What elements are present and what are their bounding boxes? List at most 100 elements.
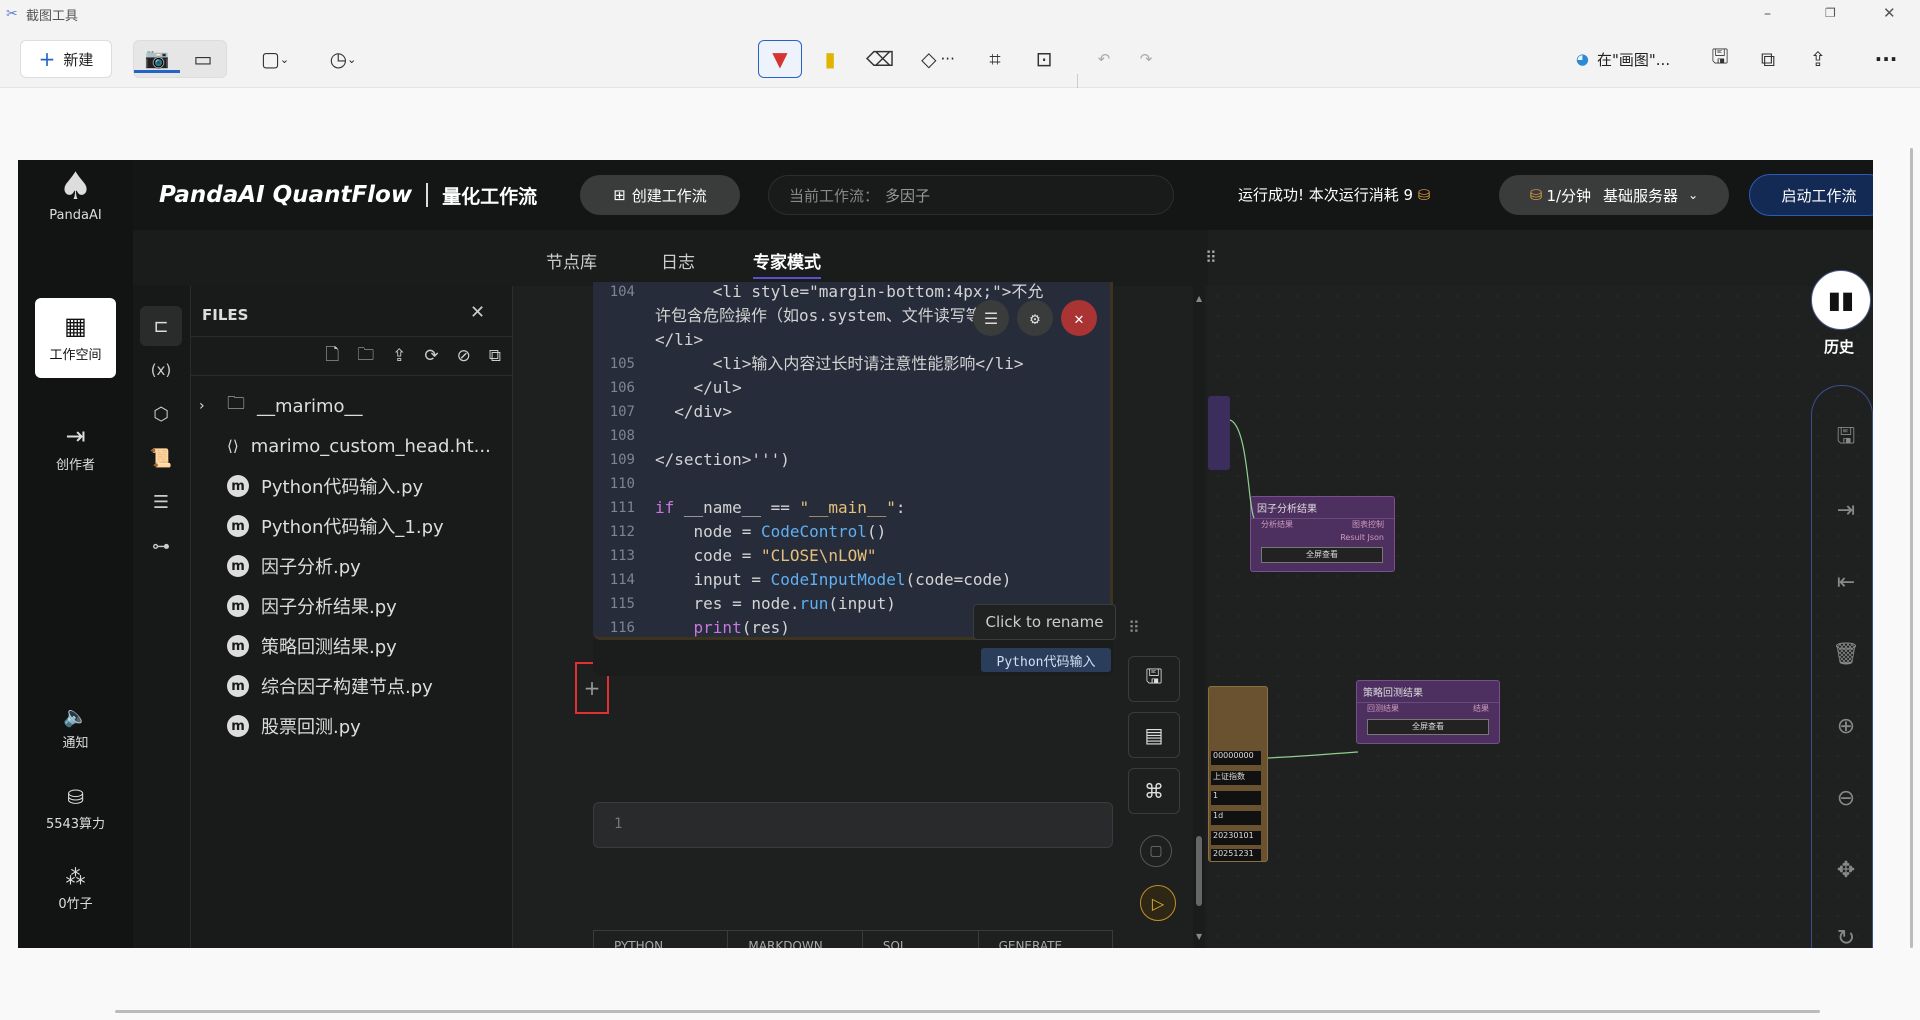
mode-tabs: 节点库 日志 专家模式 ⠿ bbox=[133, 230, 1217, 286]
vertical-scrollbar[interactable] bbox=[1910, 148, 1913, 948]
undo-icon: ↶ bbox=[1097, 50, 1111, 68]
cell-type-sql[interactable]: SQL bbox=[861, 931, 978, 948]
fit-view-icon[interactable]: ✥ bbox=[1826, 850, 1866, 890]
close-cell-icon[interactable]: ✕ bbox=[1061, 300, 1097, 336]
undo-button[interactable]: ↶ bbox=[1086, 40, 1122, 78]
open-in-label: 在"画图"... bbox=[1596, 50, 1671, 69]
line-number: 105 bbox=[609, 356, 635, 372]
camera-icon[interactable]: 📷 bbox=[134, 46, 180, 73]
text-actions-icon: ⊡ bbox=[1035, 47, 1053, 71]
tab-expert-mode[interactable]: 专家模式 bbox=[753, 248, 821, 279]
rail-compute[interactable]: ⛁ 5543算力 bbox=[18, 785, 133, 832]
gear-icon[interactable]: ⚙ bbox=[1017, 300, 1053, 336]
shapes-tool[interactable]: ◇ ··· bbox=[910, 40, 966, 78]
new-file-icon[interactable]: 🗋 bbox=[325, 342, 339, 371]
cell-name-badge[interactable]: Python代码输入 bbox=[981, 648, 1111, 672]
open-in-paint-button[interactable]: ◕ 在"画图"... bbox=[1563, 40, 1683, 78]
text-actions-tool[interactable]: ⊡ bbox=[1024, 40, 1064, 78]
search-list-icon[interactable]: ☰ bbox=[140, 482, 182, 522]
refresh-icon[interactable]: ⟳ bbox=[424, 346, 438, 366]
tab-logs[interactable]: 日志 bbox=[661, 248, 695, 273]
scroll-icon[interactable]: 📜 bbox=[140, 438, 182, 478]
eraser-tool[interactable]: ⌫ bbox=[860, 40, 900, 78]
delay-dropdown[interactable]: ◷ ⌄ bbox=[320, 40, 366, 78]
save-button[interactable]: 🖫 bbox=[1700, 40, 1740, 78]
rail-notify[interactable]: 🔈 通知 bbox=[18, 704, 133, 751]
package-icon[interactable]: ⬡ bbox=[140, 394, 182, 434]
redo-button[interactable]: ↷ bbox=[1128, 40, 1164, 78]
file-tree-item[interactable]: m 股票回测.py bbox=[191, 706, 513, 746]
file-name: Python代码输入.py bbox=[261, 477, 424, 498]
workflow-canvas[interactable]: 因子分析结果 分析结果 图表控制 Result Json 全屏查看 000000… bbox=[1208, 286, 1873, 948]
run-icon[interactable]: ▷ bbox=[1140, 885, 1176, 921]
server-label: 基础服务器 bbox=[1603, 186, 1679, 205]
tab-node-library[interactable]: 节点库 bbox=[546, 248, 597, 273]
horizontal-scrollbar[interactable] bbox=[115, 1010, 1820, 1013]
trash-icon[interactable]: 🗑 bbox=[1826, 634, 1866, 674]
dependency-graph-icon[interactable]: ⊶ bbox=[140, 526, 182, 566]
line-number: 110 bbox=[609, 476, 635, 492]
file-tree-item[interactable]: m 因子分析.py bbox=[191, 546, 513, 586]
create-workflow-button[interactable]: ⊞ 创建工作流 bbox=[580, 175, 740, 215]
brand-name: PandaAI bbox=[49, 208, 102, 223]
menu-icon[interactable]: ☰ bbox=[973, 300, 1009, 336]
close-window-button[interactable]: ✕ bbox=[1883, 4, 1896, 22]
video-icon[interactable]: ▭ bbox=[180, 47, 226, 71]
export-icon[interactable]: ⇥ bbox=[1826, 490, 1866, 530]
empty-code-cell[interactable]: 1 bbox=[593, 802, 1113, 848]
cell-type-generate[interactable]: GENERATE bbox=[977, 931, 1112, 948]
file-tree-item[interactable]: m Python代码输入_1.py bbox=[191, 506, 513, 546]
code-text: input = CodeInputModel(code=code) bbox=[655, 570, 1012, 589]
notebook-scrollbar[interactable]: ▲ ▼ bbox=[1193, 286, 1205, 948]
maximize-button[interactable]: ❐ bbox=[1825, 6, 1836, 20]
start-workflow-button[interactable]: 启动工作流 bbox=[1749, 174, 1873, 216]
share-button[interactable]: ⇪ bbox=[1798, 40, 1838, 78]
reset-icon[interactable]: ↻ bbox=[1826, 918, 1866, 949]
marimo-icon: m bbox=[227, 635, 249, 657]
file-tree-item[interactable]: m 因子分析结果.py bbox=[191, 586, 513, 626]
new-button[interactable]: + 新建 bbox=[20, 40, 112, 78]
new-folder-icon[interactable]: 🗀 bbox=[357, 342, 374, 371]
code-cell[interactable]: 104 <li style="margin-bottom:4px;">不允 许包含… bbox=[593, 282, 1113, 640]
cell-type-markdown[interactable]: MARKDOWN bbox=[727, 931, 861, 948]
rail-bamboo[interactable]: ⁂ 0竹子 bbox=[18, 865, 133, 912]
line-number: 106 bbox=[609, 380, 635, 396]
snip-shape-dropdown[interactable]: ▢ ⌄ bbox=[253, 40, 297, 78]
minimize-button[interactable]: – bbox=[1764, 6, 1771, 22]
file-tree-item[interactable]: m Python代码输入.py bbox=[191, 466, 513, 506]
file-tree-item[interactable]: m 综合因子构建节点.py bbox=[191, 666, 513, 706]
save-workflow-icon[interactable]: 🖫 bbox=[1826, 418, 1866, 458]
history-button[interactable]: ▮▮ bbox=[1811, 270, 1871, 330]
file-tree-item[interactable]: m 策略回测结果.py bbox=[191, 626, 513, 666]
stop-icon[interactable]: ▢ bbox=[1140, 835, 1172, 867]
drag-handle-icon[interactable]: ⠿ bbox=[1205, 248, 1217, 267]
drag-handle-icon[interactable]: ⠿ bbox=[1128, 618, 1140, 637]
command-button[interactable]: ⌘ bbox=[1128, 768, 1180, 814]
file-tree-item[interactable]: › 🗀 __marimo__ bbox=[191, 386, 513, 426]
zoom-out-icon[interactable]: ⊖ bbox=[1826, 778, 1866, 818]
collapse-icon[interactable]: ⧉ bbox=[489, 346, 501, 366]
crop-tool[interactable]: ⌗ bbox=[975, 40, 1015, 78]
zoom-in-icon[interactable]: ⊕ bbox=[1826, 706, 1866, 746]
upload-icon[interactable]: ⇪ bbox=[392, 346, 406, 366]
file-tree-icon[interactable]: ⊏ bbox=[140, 306, 182, 346]
highlighter-tool[interactable]: ▮ bbox=[810, 40, 850, 78]
more-button[interactable]: ··· bbox=[1866, 40, 1906, 78]
layout-button[interactable]: ▤ bbox=[1128, 712, 1180, 758]
cell-type-python[interactable]: PYTHON bbox=[594, 931, 727, 948]
hide-icon[interactable]: ⊘ bbox=[457, 346, 471, 366]
file-tree-item[interactable]: ⟨⟩ marimo_custom_head.ht... bbox=[191, 426, 513, 466]
compute-label: 5543算力 bbox=[45, 817, 106, 832]
workspace-label: 工作空间 bbox=[49, 348, 102, 363]
server-dropdown[interactable]: ⛁ 1/分钟 基础服务器 ⌄ bbox=[1499, 175, 1729, 215]
rail-workspace[interactable]: ▦ 工作空间 bbox=[35, 298, 116, 378]
variables-icon[interactable]: (x) bbox=[140, 350, 182, 390]
pen-tool[interactable]: ▼ bbox=[758, 40, 802, 78]
current-workflow-field[interactable]: 当前工作流： 多因子 bbox=[768, 175, 1174, 215]
rail-creator[interactable]: ⇥ 创作者 bbox=[18, 422, 133, 473]
close-panel-icon[interactable]: ✕ bbox=[470, 302, 485, 323]
save-cell-button[interactable]: 🖫 bbox=[1128, 656, 1180, 702]
import-icon[interactable]: ⇤ bbox=[1826, 562, 1866, 602]
copy-button[interactable]: ⧉ bbox=[1748, 40, 1788, 78]
rate-label: 1/分钟 bbox=[1546, 186, 1592, 205]
